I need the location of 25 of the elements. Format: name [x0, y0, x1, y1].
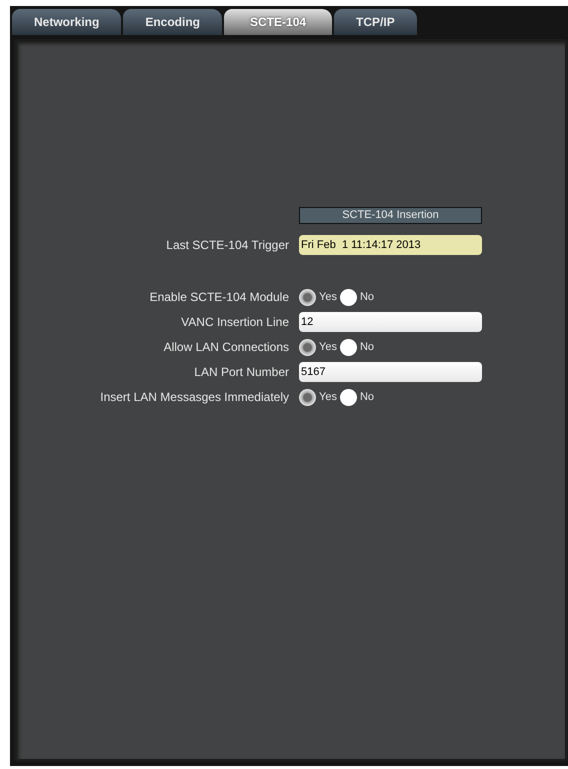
radio-button[interactable]	[299, 288, 316, 306]
field-label: VANC Insertion Line	[180, 315, 289, 329]
radio-button[interactable]	[340, 388, 357, 406]
tab[interactable]: TCP/IP	[334, 9, 417, 35]
input-field[interactable]: Fri Feb 1 11:14:17 2013	[299, 235, 482, 255]
field-label: LAN Port Number	[193, 365, 289, 379]
field-label: Allow LAN Connections	[162, 340, 289, 354]
field-label: Enable SCTE-104 Module	[148, 290, 289, 304]
radio-button[interactable]	[340, 288, 357, 306]
radio-button[interactable]	[299, 338, 316, 356]
radio-button[interactable]	[299, 388, 316, 406]
field-label: Last SCTE-104 Trigger	[165, 238, 289, 252]
tab[interactable]: Networking	[12, 9, 122, 35]
section-header: SCTE-104 Insertion	[299, 207, 482, 224]
input-field[interactable]: 5167	[299, 362, 482, 382]
tab[interactable]: Encoding	[123, 9, 222, 35]
input-field[interactable]: 12	[299, 312, 482, 332]
radio-label[interactable]: Yes	[319, 341, 337, 353]
radio-button[interactable]	[340, 338, 357, 356]
field-label: Insert LAN Messasges Immediately	[99, 390, 289, 404]
radio-label[interactable]: No	[360, 341, 374, 353]
radio-label[interactable]: Yes	[319, 291, 337, 303]
radio-label[interactable]: No	[360, 291, 374, 303]
radio-label[interactable]: No	[360, 391, 374, 403]
radio-label[interactable]: Yes	[319, 391, 337, 403]
